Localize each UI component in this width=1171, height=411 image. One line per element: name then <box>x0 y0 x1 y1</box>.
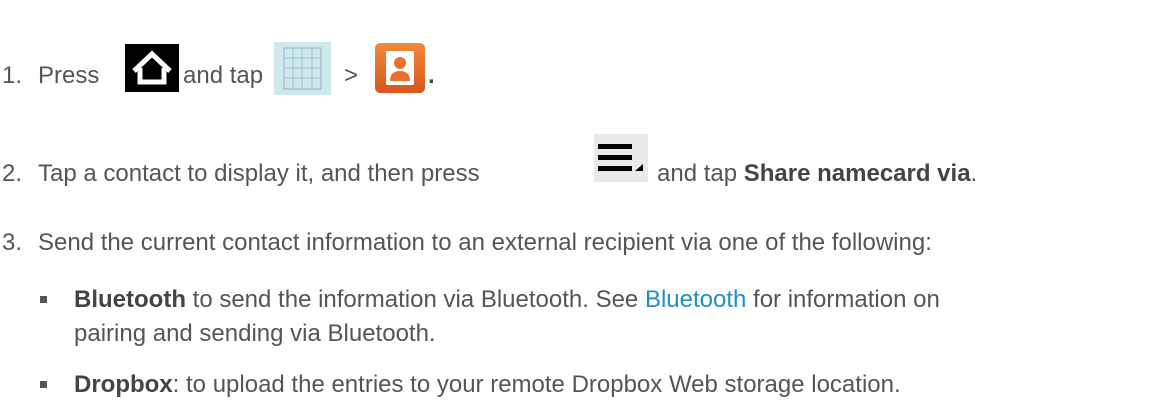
option-bluetooth-label: Bluetooth <box>74 286 186 313</box>
step-number: 2. <box>2 160 23 187</box>
option-bluetooth-continuation: pairing and sending via Bluetooth. <box>74 320 436 347</box>
step-text: Tap a contact to display it, and then pr… <box>38 160 480 187</box>
step-1-trailing: . <box>428 62 435 89</box>
step-1-and-tap: and tap <box>183 62 264 89</box>
apps-grid-icon <box>274 42 331 95</box>
step-3: 3. Send the current contact information t… <box>2 229 932 257</box>
step-text: Send the current contact information to … <box>38 229 932 256</box>
step-1: 1. Press <box>2 62 99 90</box>
bullet <box>40 296 47 303</box>
option-bluetooth: Bluetooth to send the information via Bl… <box>74 286 940 313</box>
bluetooth-link[interactable]: Bluetooth <box>645 286 746 313</box>
home-key-icon <box>125 44 179 92</box>
step-2-rest: and tap Share namecard via. <box>657 160 978 187</box>
contacts-app-icon <box>374 42 426 94</box>
option-dropbox: Dropbox: to upload the entries to your r… <box>74 371 901 398</box>
step-number: 1. <box>2 62 23 89</box>
option-dropbox-label: Dropbox <box>74 371 173 398</box>
step-1-separator: > <box>344 62 359 89</box>
step-text: Press <box>38 62 100 89</box>
step-number: 3. <box>2 229 23 256</box>
step-2: 2. Tap a contact to display it, and then … <box>2 160 480 188</box>
share-namecard-label: Share namecard via <box>743 160 971 187</box>
bullet <box>40 381 47 388</box>
menu-key-icon <box>594 134 648 182</box>
